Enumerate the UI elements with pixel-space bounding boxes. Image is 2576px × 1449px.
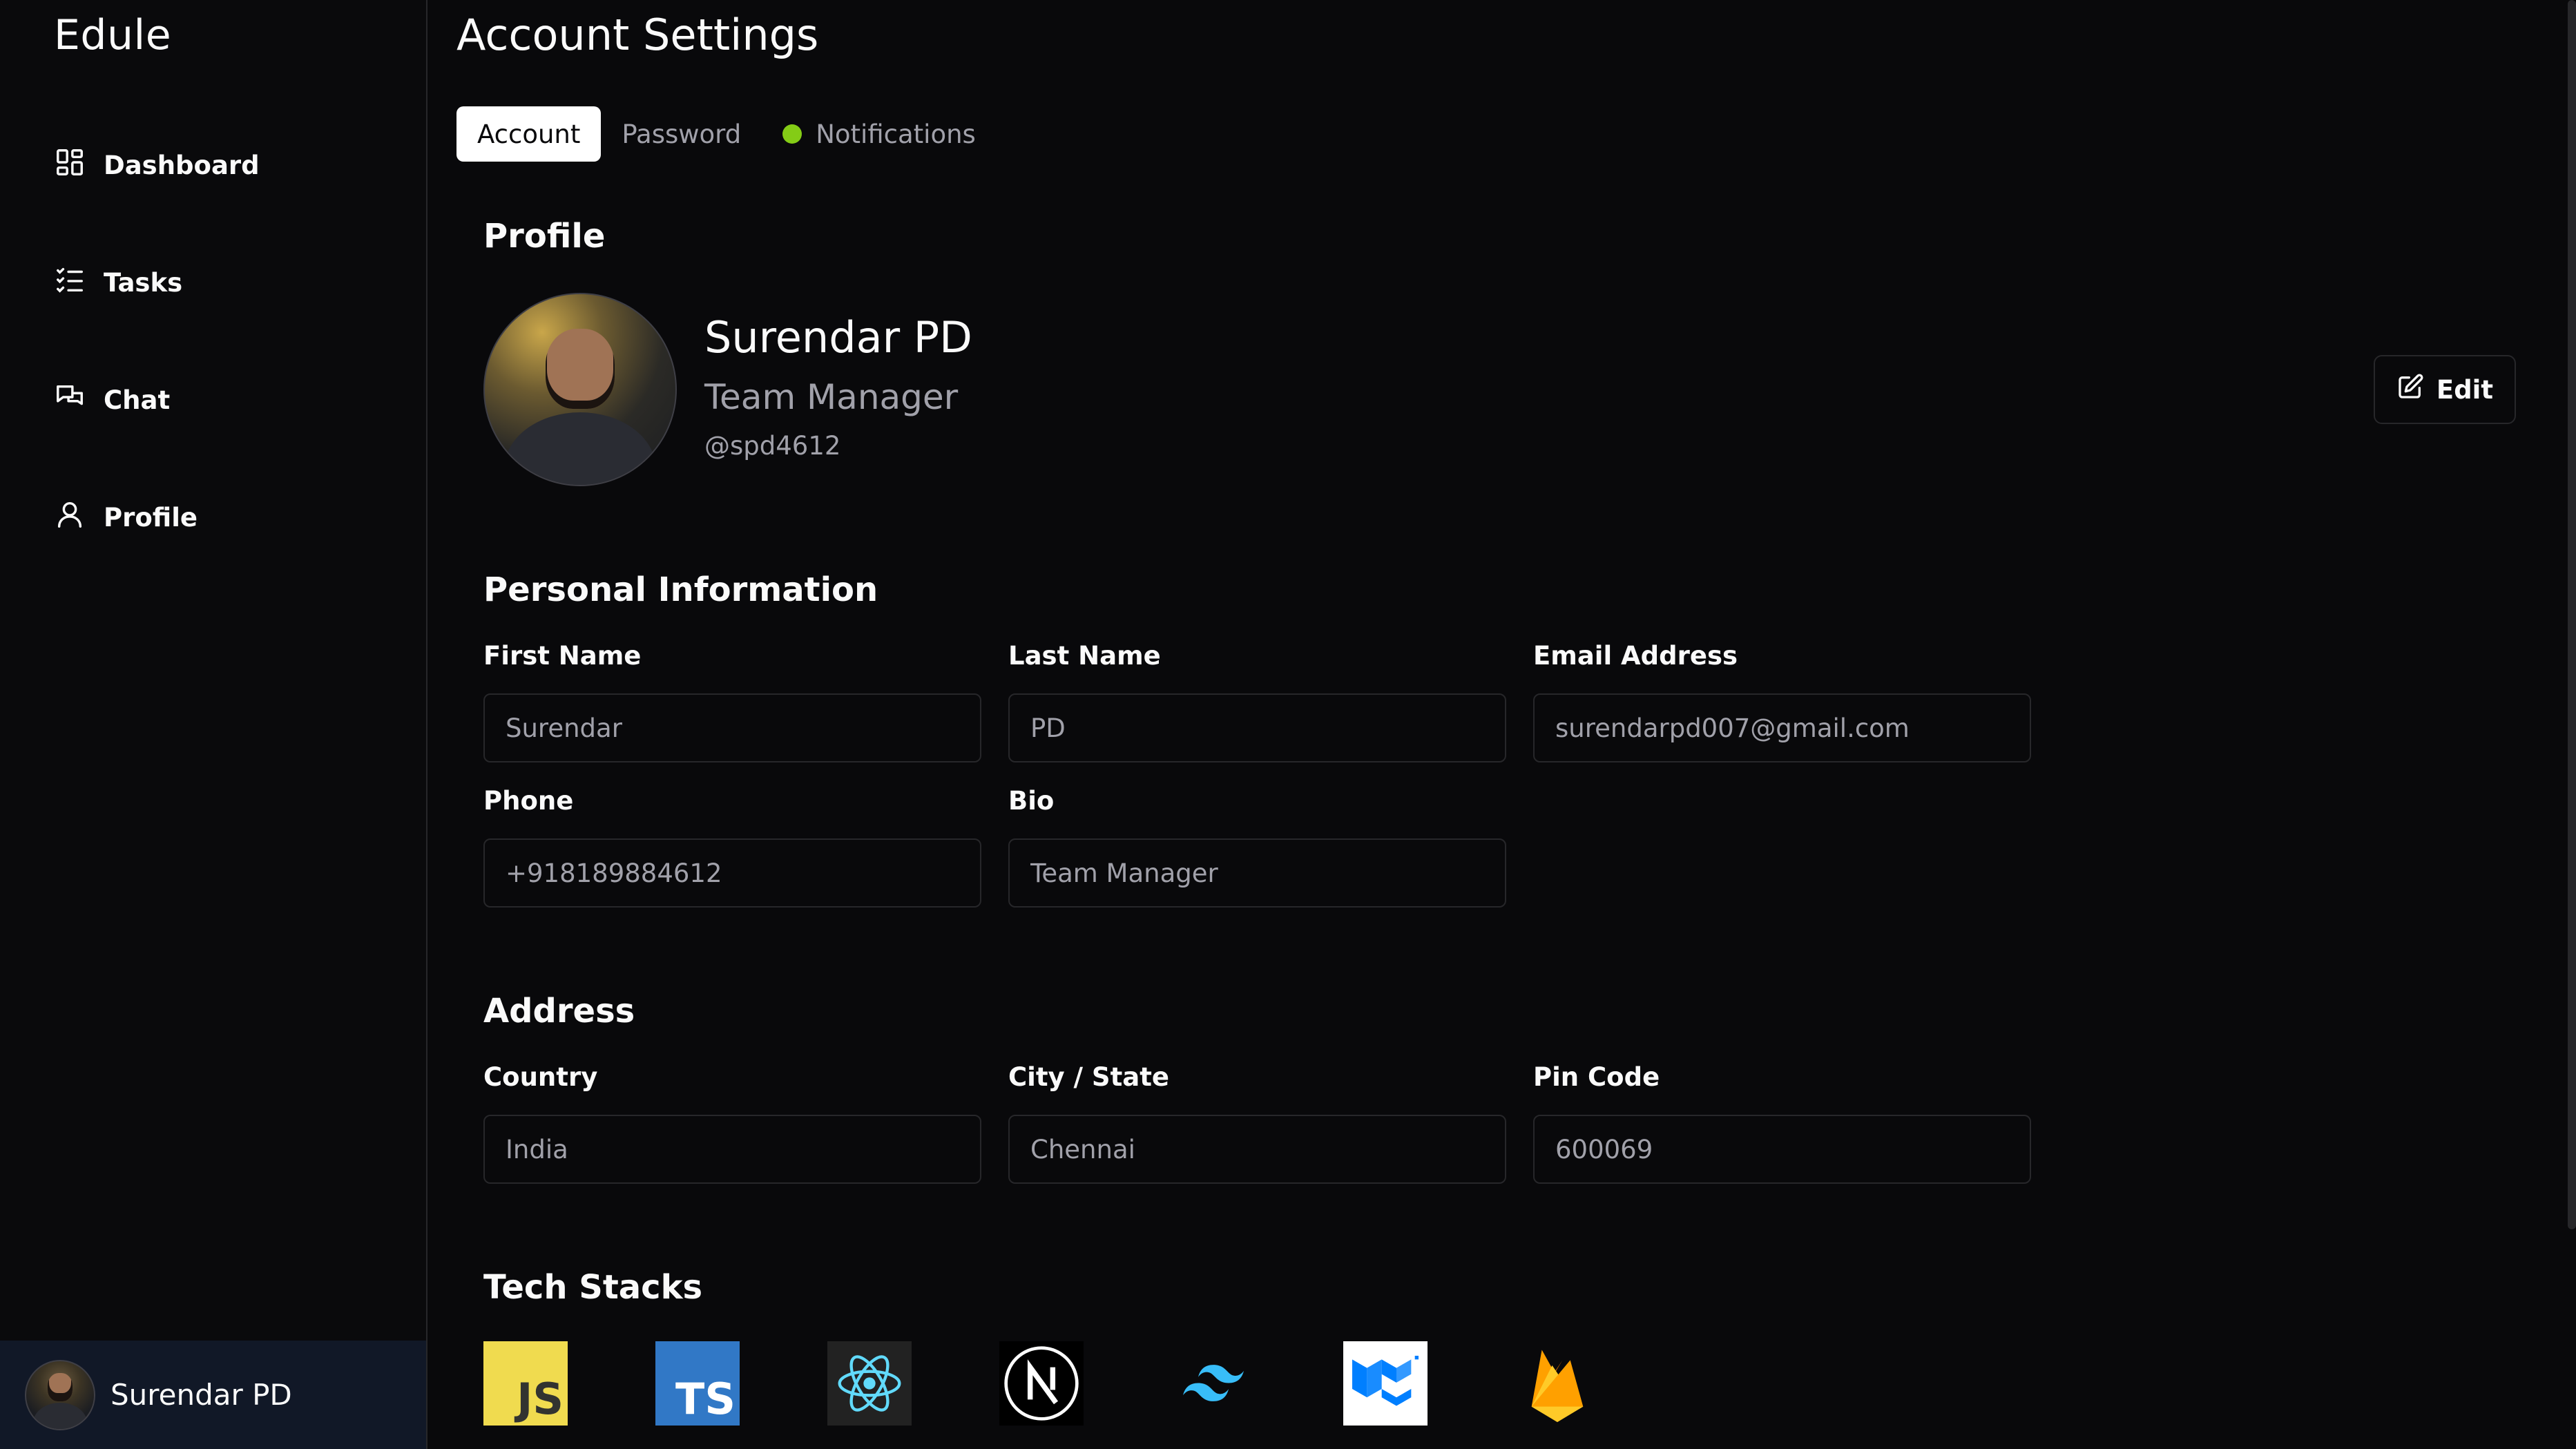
sidebar-item-label: Tasks — [104, 267, 183, 298]
avatar — [483, 293, 677, 486]
country-label: Country — [483, 1062, 598, 1092]
profile-role: Team Manager — [704, 377, 959, 417]
nextjs-logo-icon — [999, 1341, 1084, 1426]
phone-field[interactable] — [483, 838, 981, 908]
email-field[interactable] — [1533, 693, 2031, 762]
firebase-logo-icon — [1515, 1341, 1599, 1426]
edit-icon — [2396, 373, 2424, 407]
last-name-label: Last Name — [1008, 641, 1161, 671]
sidebar-item-profile[interactable]: Profile — [54, 493, 198, 541]
address-section-title: Address — [483, 992, 635, 1030]
page-title: Account Settings — [456, 10, 819, 60]
sidebar-item-label: Dashboard — [104, 150, 260, 180]
personal-info-section-title: Personal Information — [483, 570, 878, 609]
page-scrollbar[interactable] — [2568, 0, 2576, 1229]
sidebar: Edule Dashboard Tasks Chat Profile Suren… — [0, 0, 427, 1449]
last-name-field[interactable] — [1008, 693, 1506, 762]
tab-label: Notifications — [816, 119, 976, 149]
typescript-logo-icon: TS — [655, 1341, 740, 1426]
tab-password[interactable]: Password — [601, 106, 762, 162]
status-dot-icon — [782, 124, 802, 144]
tab-notifications[interactable]: Notifications — [762, 106, 997, 162]
sidebar-user-name: Surendar PD — [110, 1378, 292, 1412]
profile-section-title: Profile — [483, 217, 606, 256]
react-logo-icon — [827, 1341, 912, 1426]
sidebar-item-label: Profile — [104, 502, 198, 532]
sidebar-item-label: Chat — [104, 385, 171, 415]
bio-field[interactable] — [1008, 838, 1506, 908]
pin-code-label: Pin Code — [1533, 1062, 1660, 1092]
tech-stacks-section-title: Tech Stacks — [483, 1268, 703, 1307]
country-field[interactable] — [483, 1115, 981, 1184]
tab-account[interactable]: Account — [456, 106, 602, 162]
bio-label: Bio — [1008, 786, 1055, 816]
brand-logo: Edule — [54, 11, 172, 59]
sidebar-item-tasks[interactable]: Tasks — [54, 258, 182, 307]
edit-profile-button[interactable]: Edit — [2374, 355, 2516, 424]
settings-tabs: Account Password Notifications — [456, 106, 997, 162]
user-icon — [54, 499, 86, 537]
chat-bubbles-icon — [54, 381, 86, 419]
sidebar-item-dashboard[interactable]: Dashboard — [54, 141, 260, 189]
sidebar-item-chat[interactable]: Chat — [54, 376, 170, 424]
city-state-label: City / State — [1008, 1062, 1170, 1092]
dashboard-grid-icon — [54, 146, 86, 184]
pin-code-field[interactable] — [1533, 1115, 2031, 1184]
email-label: Email Address — [1533, 641, 1738, 671]
avatar — [25, 1359, 95, 1430]
tab-label: Password — [622, 119, 742, 149]
tailwind-logo-icon — [1171, 1341, 1256, 1426]
city-state-field[interactable] — [1008, 1115, 1506, 1184]
list-checks-icon — [54, 264, 86, 302]
first-name-label: First Name — [483, 641, 642, 671]
javascript-logo-icon: JS — [483, 1341, 568, 1426]
mui-logo-icon — [1343, 1341, 1428, 1426]
first-name-field[interactable] — [483, 693, 981, 762]
tab-label: Account — [477, 119, 581, 149]
profile-handle: @spd4612 — [704, 431, 841, 461]
phone-label: Phone — [483, 786, 574, 816]
profile-avatar-wrap — [483, 293, 677, 486]
edit-label: Edit — [2436, 374, 2494, 405]
sidebar-user-card[interactable]: Surendar PD — [0, 1341, 426, 1449]
profile-name: Surendar PD — [704, 312, 972, 363]
